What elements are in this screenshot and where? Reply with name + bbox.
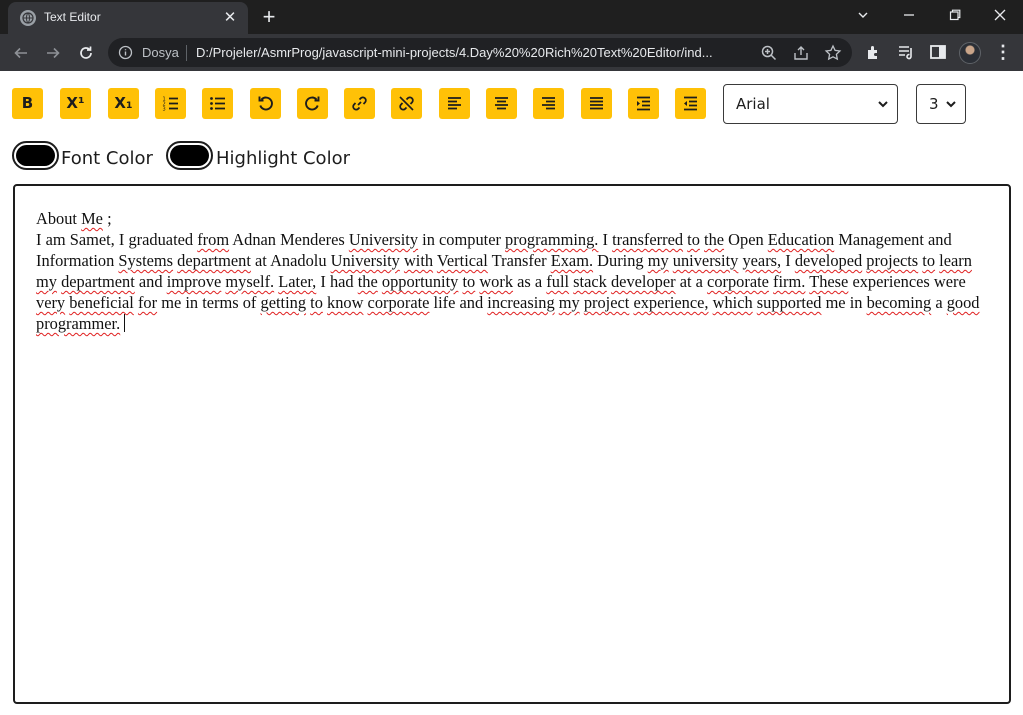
browser-tab[interactable]: Text Editor ✕	[8, 2, 248, 34]
ordered-list-icon: 123	[163, 97, 178, 113]
highlight-color-label: Highlight Color	[216, 148, 350, 169]
text-editor-area[interactable]: About Me ; I am Samet, I graduated from …	[13, 184, 1011, 704]
align-left-button[interactable]	[439, 88, 470, 119]
font-size-value: 3	[929, 95, 939, 113]
divider	[186, 45, 187, 61]
subscript-button[interactable]: X₁	[108, 88, 139, 119]
align-center-button[interactable]	[486, 88, 517, 119]
close-tab-icon[interactable]: ✕	[220, 8, 240, 28]
font-family-value: Arial	[736, 95, 770, 113]
tab-title: Text Editor	[44, 10, 101, 24]
chevron-down-icon	[946, 101, 956, 108]
profile-avatar[interactable]	[959, 42, 981, 64]
align-center-icon	[495, 97, 508, 110]
bold-label: B	[21, 94, 34, 112]
restore-icon[interactable]	[932, 0, 978, 30]
outdent-icon	[684, 96, 697, 111]
address-bar[interactable]: Dosya D:/Projeler/AsmrProg/javascript-mi…	[108, 38, 852, 67]
justify-button[interactable]	[581, 88, 612, 119]
bold-button[interactable]: B	[12, 88, 43, 119]
zoom-icon[interactable]	[760, 44, 778, 62]
align-justify-icon	[590, 97, 603, 110]
create-link-button[interactable]	[344, 88, 375, 119]
chevron-down-icon	[878, 101, 888, 108]
outdent-button[interactable]	[675, 88, 706, 119]
globe-icon	[20, 10, 36, 26]
text-cursor	[124, 314, 126, 332]
superscript-label: X¹	[66, 94, 85, 112]
font-color-picker[interactable]	[12, 141, 59, 170]
redo-icon	[305, 96, 320, 111]
unlink-button[interactable]	[391, 88, 422, 119]
forward-arrow-icon[interactable]	[40, 40, 66, 66]
browser-toolbar: Dosya D:/Projeler/AsmrProg/javascript-mi…	[0, 34, 1023, 71]
editor-heading: About Me ;	[36, 209, 112, 228]
font-family-select[interactable]: Arial	[723, 84, 898, 124]
tab-search-chevron-icon[interactable]	[840, 0, 886, 30]
undo-icon	[258, 96, 273, 111]
info-icon[interactable]	[118, 45, 133, 60]
svg-text:3: 3	[163, 107, 166, 113]
unlink-icon	[399, 96, 414, 111]
align-left-icon	[448, 97, 461, 110]
highlight-color-picker[interactable]	[166, 141, 213, 170]
indent-button[interactable]	[628, 88, 659, 119]
media-queue-icon[interactable]	[896, 42, 916, 62]
reload-icon[interactable]	[73, 40, 99, 66]
font-size-select[interactable]: 3	[916, 84, 966, 124]
indent-icon	[637, 96, 650, 111]
close-window-icon[interactable]	[977, 0, 1023, 30]
extensions-puzzle-icon[interactable]	[864, 42, 884, 62]
bookmark-star-icon[interactable]	[824, 44, 842, 62]
align-right-button[interactable]	[533, 88, 564, 119]
superscript-button[interactable]: X¹	[60, 88, 91, 119]
back-arrow-icon[interactable]	[8, 40, 34, 66]
more-vert-icon[interactable]: ⋮	[994, 42, 1012, 64]
new-tab-button[interactable]: +	[256, 5, 282, 31]
link-icon	[352, 96, 367, 111]
side-panel-icon[interactable]	[928, 42, 948, 62]
editor-body: I am Samet, I graduated from Adnan Mende…	[36, 230, 980, 333]
browser-tab-strip: Text Editor ✕ +	[0, 0, 1023, 34]
subscript-label: X₁	[114, 94, 133, 112]
redo-button[interactable]	[297, 88, 328, 119]
ordered-list-button[interactable]: 123	[155, 88, 186, 119]
minimize-icon[interactable]	[886, 0, 932, 30]
font-color-label: Font Color	[61, 148, 153, 169]
align-right-icon	[542, 97, 555, 110]
url-text[interactable]: D:/Projeler/AsmrProg/javascript-mini-pro…	[196, 45, 756, 60]
undo-button[interactable]	[250, 88, 281, 119]
scheme-label: Dosya	[142, 45, 179, 60]
unordered-list-icon	[210, 97, 225, 110]
unordered-list-button[interactable]	[202, 88, 233, 119]
share-icon[interactable]	[792, 44, 810, 62]
